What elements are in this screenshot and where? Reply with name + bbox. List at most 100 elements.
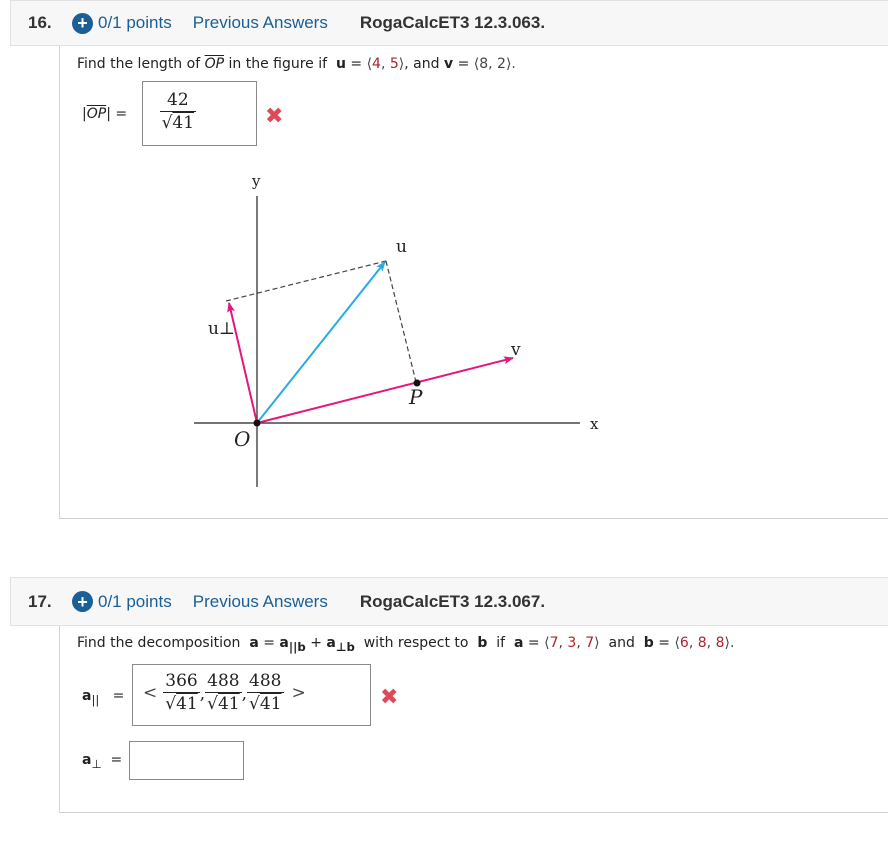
numerator: 488 xyxy=(207,671,240,691)
equals: = xyxy=(350,56,363,72)
a-perp-answer-field[interactable] xyxy=(129,741,244,780)
a-x-value: 7 xyxy=(549,635,559,651)
prompt-text: if xyxy=(496,635,506,651)
radicand: 41 xyxy=(217,694,240,714)
vector-figure: y x O P u v u⊥ xyxy=(194,172,599,487)
y-axis-label: y xyxy=(251,172,261,190)
radical-icon: √ xyxy=(161,113,173,133)
question-source: RogaCalcET3 12.3.067. xyxy=(359,591,546,611)
denominator: √41 xyxy=(163,692,200,714)
vector-a: a xyxy=(249,635,259,651)
radical-icon: √ xyxy=(165,694,177,714)
vector-v-arrow xyxy=(256,356,514,424)
expand-plus-icon[interactable]: + xyxy=(72,12,93,34)
vector-u: u xyxy=(335,56,346,72)
a-parallel-answer-field[interactable]: < 366 √41 , 488 √41 , 488 √41 > xyxy=(132,664,371,726)
incorrect-icon: ✖ xyxy=(380,685,399,710)
vector-b: b xyxy=(643,635,654,651)
denominator: √41 xyxy=(159,111,197,133)
a-parallel-label: a|| = xyxy=(82,688,124,707)
a-y-value: 3 xyxy=(567,635,577,651)
x-axis-label: x xyxy=(590,415,599,433)
origin-point xyxy=(253,419,261,427)
a-z-value: 7 xyxy=(585,635,595,651)
component-fraction: 488 √41 xyxy=(247,671,284,714)
prompt-text: Find the length of xyxy=(77,56,201,72)
prompt-text: and xyxy=(608,635,635,651)
dashed-line-right xyxy=(385,260,417,383)
question-number: 17. xyxy=(28,591,52,611)
previous-answers-link[interactable]: Previous Answers xyxy=(193,13,328,33)
radicand: 41 xyxy=(172,113,195,133)
question-source: RogaCalcET3 12.3.063. xyxy=(359,13,546,32)
previous-answers-link[interactable]: Previous Answers xyxy=(193,592,328,612)
vector-a: a xyxy=(514,635,524,651)
question-prompt: Find the decomposition a = a||b + a⊥b wi… xyxy=(77,635,735,654)
radical-icon: √ xyxy=(249,694,260,714)
u-x-value: 4 xyxy=(372,56,381,72)
radical-icon: √ xyxy=(207,694,218,714)
question-number: 16. xyxy=(28,13,52,32)
b-z-value: 8 xyxy=(715,635,725,651)
incorrect-icon: ✖ xyxy=(265,104,284,129)
vector-b: b xyxy=(477,635,488,651)
b-y-value: 8 xyxy=(697,635,707,651)
v-y-value: 2 xyxy=(497,56,506,72)
subscript: ⊥ xyxy=(91,756,102,771)
comma: , xyxy=(488,56,493,72)
equals: = xyxy=(263,635,275,651)
radicand: 41 xyxy=(259,694,282,714)
expand-plus-icon[interactable]: + xyxy=(72,591,93,612)
vector-a-perp: a xyxy=(326,635,336,651)
prompt-text: with respect to xyxy=(363,635,469,651)
plus-sign: + xyxy=(310,635,322,651)
question-17-header: 17. + 0/1 points Previous Answers RogaCa… xyxy=(10,577,888,626)
question-prompt: Find the length of OP in the figure if u… xyxy=(77,56,516,72)
question-16-header: 16. + 0/1 points Previous Answers RogaCa… xyxy=(10,0,888,46)
point-p-label: P xyxy=(408,385,423,409)
dashed-line-top xyxy=(225,260,387,302)
open-angle: < xyxy=(143,682,158,703)
numerator: 366 xyxy=(165,671,198,691)
vector-u-arrow xyxy=(256,261,386,424)
question-16-body: Find the length of OP in the figure if u… xyxy=(59,46,888,519)
radicand: 41 xyxy=(176,694,198,714)
component-fraction: 488 √41 xyxy=(205,671,242,714)
subscript: || xyxy=(91,692,100,707)
numerator: 42 xyxy=(167,90,189,110)
prompt-text: Find the decomposition xyxy=(77,635,241,651)
vector-a-parallel: a xyxy=(279,635,289,651)
equals: = xyxy=(658,635,670,651)
close-angle: > xyxy=(291,682,306,703)
v-label: v xyxy=(510,340,521,360)
vector-v: v xyxy=(443,56,454,72)
answer-fraction: 42 √41 xyxy=(153,90,203,133)
v-x-value: 8 xyxy=(479,56,489,72)
denominator: √41 xyxy=(205,692,242,714)
equals: = xyxy=(527,635,540,651)
b-x-value: 6 xyxy=(679,635,689,651)
question-17-body: Find the decomposition a = a||b + a⊥b wi… xyxy=(59,626,888,813)
equals: = xyxy=(457,56,470,72)
comma: , xyxy=(380,56,386,72)
points-link[interactable]: 0/1 points xyxy=(98,13,172,33)
origin-label: O xyxy=(234,427,250,451)
points-link[interactable]: 0/1 points xyxy=(98,592,172,612)
subscript: ||b xyxy=(288,639,306,654)
op-length-answer-field[interactable]: 42 √41 xyxy=(142,81,257,146)
u-y-value: 5 xyxy=(389,56,399,72)
prompt-text: in the figure if xyxy=(228,56,328,72)
a-perp-label: a⊥ = xyxy=(82,752,122,771)
equals: = xyxy=(112,688,125,704)
denominator: √41 xyxy=(247,692,284,714)
equals: = xyxy=(110,752,123,768)
op-segment: OP xyxy=(204,56,225,72)
component-fraction: 366 √41 xyxy=(163,671,200,714)
numerator: 488 xyxy=(249,671,282,691)
subscript: ⊥b xyxy=(335,639,355,654)
u-label: u xyxy=(396,237,407,257)
prompt-text: , and xyxy=(404,56,440,72)
op-segment: OP xyxy=(86,106,107,122)
u-perp-label: u⊥ xyxy=(208,319,235,339)
answer-label: |OP| = xyxy=(82,106,128,122)
